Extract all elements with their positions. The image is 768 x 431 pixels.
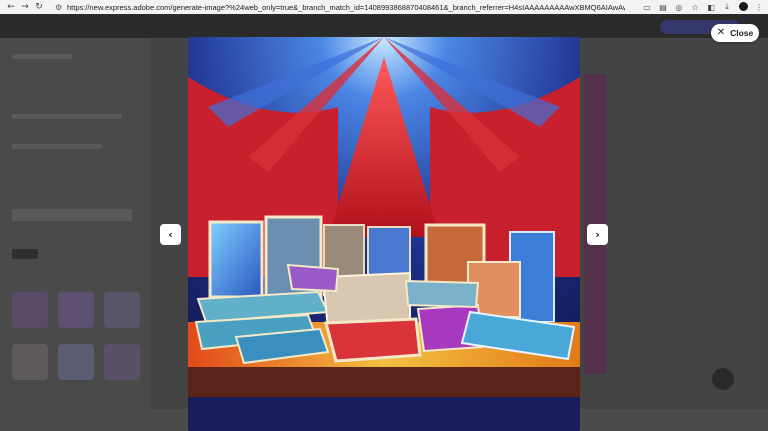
browser-toolbar: ← → ↻ ⚙ https://new.express.adobe.com/ge… — [0, 0, 768, 14]
bg-thumbnail — [104, 344, 140, 380]
bg-app-header — [0, 14, 768, 38]
star-icon[interactable]: ☆ — [690, 3, 700, 12]
bg-thumbnail — [12, 344, 48, 380]
previous-image-button[interactable]: ‹ — [160, 224, 181, 245]
chevron-left-icon: ‹ — [168, 228, 173, 241]
bg-text-line — [12, 144, 102, 149]
bg-input — [12, 209, 132, 221]
browser-extension-area: ▭ ▤ ◎ ☆ ◧ ⤓ ⋮ — [642, 0, 764, 14]
bg-chip — [12, 249, 38, 259]
menu-kebab-icon[interactable]: ⋮ — [754, 3, 764, 12]
back-icon[interactable]: ← — [4, 0, 18, 14]
bg-thumbnail — [58, 344, 94, 380]
close-label: Close — [730, 28, 754, 38]
bg-thumbnail — [104, 292, 140, 328]
bg-text-line — [12, 54, 72, 59]
next-image-button[interactable]: › — [587, 224, 608, 245]
cast-icon[interactable]: ▭ — [642, 3, 652, 12]
reload-icon[interactable]: ↻ — [32, 0, 46, 14]
profile-avatar[interactable] — [738, 1, 748, 13]
eye-off-icon[interactable]: ◎ — [674, 3, 684, 12]
bg-text-line — [12, 114, 122, 119]
bg-thumbnail — [12, 292, 48, 328]
generated-image-art — [188, 37, 580, 431]
close-icon: ✕ — [716, 27, 726, 38]
extensions-icon[interactable]: ◧ — [706, 3, 716, 12]
url-text[interactable]: https://new.express.adobe.com/generate-i… — [67, 3, 625, 12]
close-button[interactable]: ✕ Close — [711, 24, 759, 42]
bg-help-button — [712, 368, 734, 390]
address-bar[interactable]: ⚙ https://new.express.adobe.com/generate… — [55, 1, 625, 13]
translate-icon[interactable]: ▤ — [658, 3, 668, 12]
generated-image — [188, 37, 580, 431]
bg-thumbnail — [58, 292, 94, 328]
download-icon[interactable]: ⤓ — [722, 2, 732, 12]
site-info-icon[interactable]: ⚙ — [55, 3, 67, 12]
forward-icon[interactable]: → — [18, 0, 32, 14]
chevron-right-icon: › — [595, 228, 600, 241]
